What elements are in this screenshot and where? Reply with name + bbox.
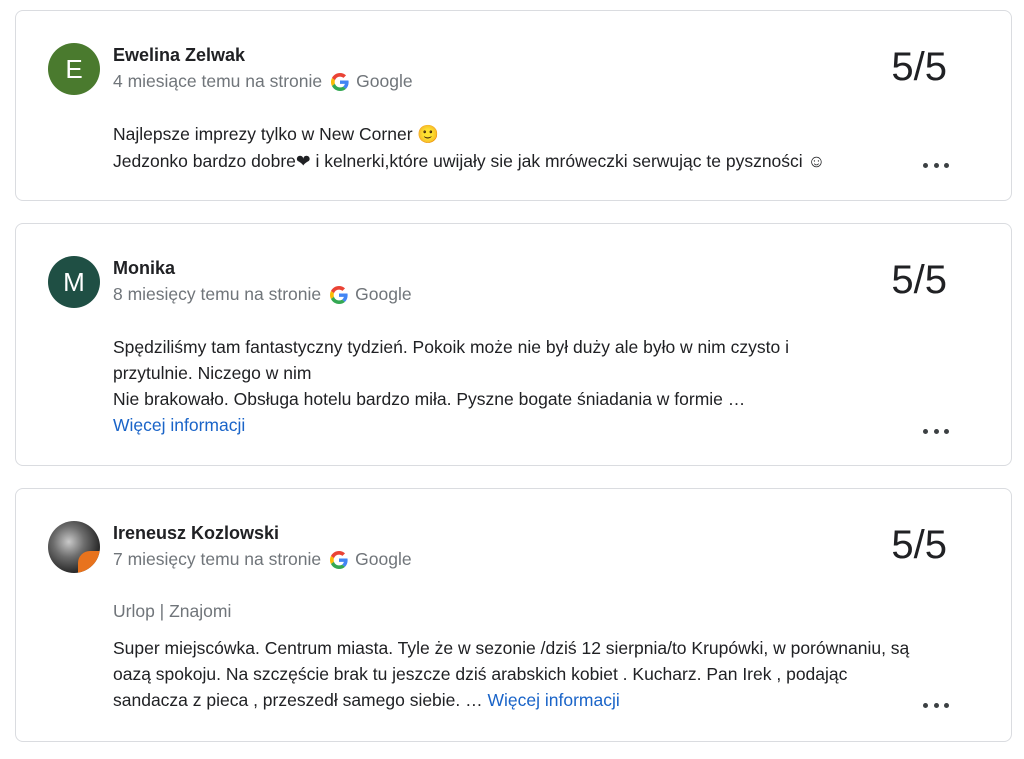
review-meta: 8 miesięcy temu na stronie Google: [113, 284, 412, 305]
google-g-icon: [330, 550, 348, 569]
reviewer-name[interactable]: Ireneusz Kozlowski: [113, 523, 279, 544]
more-info-link[interactable]: Więcej informacji: [113, 415, 245, 435]
review-source: Google: [355, 284, 412, 304]
review-text: Spędziliśmy tam fantastyczny tydzień. Po…: [113, 334, 913, 438]
avatar-letter: E: [65, 53, 83, 84]
review-time: 8 miesięcy temu na stronie: [113, 284, 322, 304]
review-source: Google: [356, 71, 413, 91]
reviewer-name[interactable]: Monika: [113, 258, 175, 279]
more-options-icon[interactable]: [923, 424, 949, 438]
review-score: 5/5: [891, 258, 947, 302]
review-text: Najlepsze imprezy tylko w New Corner 🙂 J…: [113, 121, 913, 175]
review-text-line: Najlepsze imprezy tylko w New Corner: [113, 124, 413, 144]
review-text-line: przytulnie. Niczego w nim: [113, 363, 312, 383]
review-card: E Ewelina Zelwak 4 miesiące temu na stro…: [15, 10, 1012, 201]
review-text: Super miejscówka. Centrum miasta. Tyle ż…: [113, 635, 923, 713]
google-g-icon: [331, 72, 349, 91]
more-options-icon[interactable]: [923, 698, 949, 712]
review-text-line: Spędziliśmy tam fantastyczny tydzień. Po…: [113, 337, 789, 357]
review-text-line: Jedzonko bardzo dobre: [113, 151, 296, 171]
heart-icon: ❤: [295, 152, 311, 172]
avatar[interactable]: M: [48, 256, 100, 308]
more-info-link[interactable]: Więcej informacji: [488, 690, 620, 710]
review-card: M Monika 8 miesięcy temu na stronie Goog…: [15, 223, 1012, 466]
avatar[interactable]: E: [48, 43, 100, 95]
review-tags: Urlop | Znajomi: [113, 601, 232, 621]
review-meta: 7 miesięcy temu na stronie Google: [113, 549, 412, 570]
review-score: 5/5: [891, 523, 947, 567]
smile-emoji-icon: 🙂: [417, 125, 440, 145]
google-g-icon: [330, 285, 348, 304]
avatar[interactable]: [48, 521, 100, 573]
review-time: 7 miesięcy temu na stronie: [113, 549, 322, 569]
review-score: 5/5: [891, 45, 947, 89]
reviewer-name[interactable]: Ewelina Zelwak: [113, 45, 245, 66]
review-text-line: i kelnerki,które uwijały sie jak mrówecz…: [310, 151, 826, 171]
more-options-icon[interactable]: [923, 158, 949, 172]
review-time: 4 miesiące temu na stronie: [113, 71, 323, 91]
review-source: Google: [355, 549, 412, 569]
review-card: Ireneusz Kozlowski 7 miesięcy temu na st…: [15, 488, 1012, 742]
local-guide-badge-icon: [78, 551, 100, 573]
review-meta: 4 miesiące temu na stronie Google: [113, 71, 413, 92]
review-text-line: Nie brakowało. Obsługa hotelu bardzo mił…: [113, 389, 746, 409]
avatar-letter: M: [63, 266, 85, 297]
